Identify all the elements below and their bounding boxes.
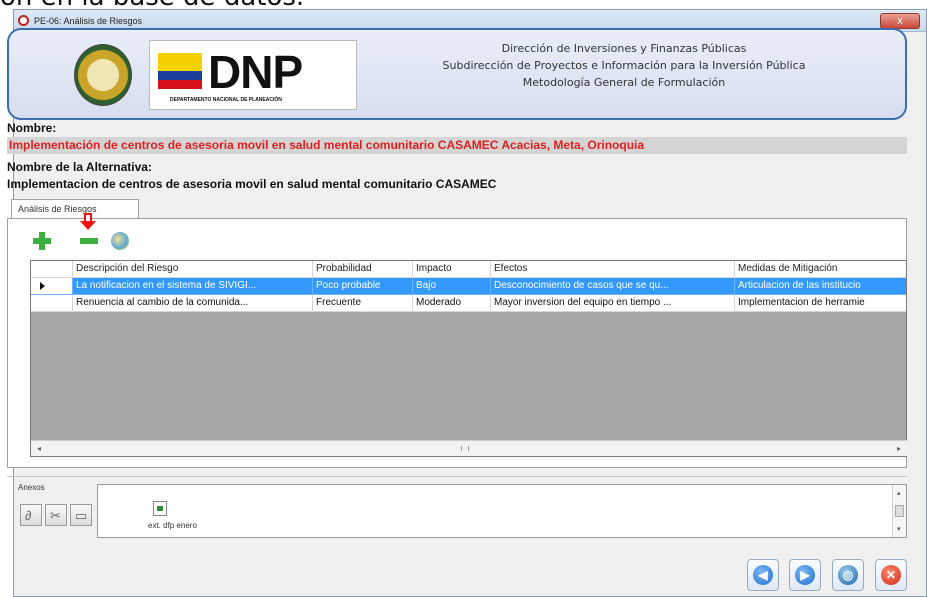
table-cell[interactable]: Desconocimiento de casos que se qu... bbox=[491, 278, 735, 295]
alternativa-label: Nombre de la Alternativa: bbox=[7, 160, 152, 174]
scanner-icon: ▭ bbox=[75, 508, 88, 523]
table-row[interactable]: Renuencia al cambio de la comunida... Fr… bbox=[31, 295, 906, 312]
attachment-file-name[interactable]: ext. dfp enero bbox=[148, 521, 197, 530]
remove-risk-button[interactable] bbox=[80, 232, 98, 250]
excel-file-icon[interactable] bbox=[153, 501, 167, 516]
scissors-icon: ✂ bbox=[50, 508, 61, 523]
exit-button[interactable]: ✕ bbox=[875, 559, 907, 591]
scroll-right-icon[interactable]: ▸ bbox=[897, 444, 901, 453]
scroll-down-icon[interactable]: ▾ bbox=[897, 525, 901, 533]
table-cell[interactable]: Mayor inversion del equipo en tiempo ... bbox=[491, 295, 735, 312]
banner-line-3: Metodología General de Formulación bbox=[522, 76, 726, 89]
attach-button[interactable]: ∂ bbox=[20, 504, 42, 526]
arrow-left-icon: ◀ bbox=[753, 565, 773, 585]
row-header-corner bbox=[31, 261, 73, 278]
app-icon bbox=[18, 15, 29, 26]
horizontal-scrollbar[interactable]: ◂ ▸ bbox=[31, 440, 907, 456]
column-header-probabilidad[interactable]: Probabilidad bbox=[313, 261, 413, 278]
scan-button[interactable]: ▭ bbox=[70, 504, 92, 526]
column-header-descripcion[interactable]: Descripción del Riesgo bbox=[73, 261, 313, 278]
table-cell[interactable]: Frecuente bbox=[313, 295, 413, 312]
table-header-row: Descripción del Riesgo Probabilidad Impa… bbox=[31, 261, 906, 278]
banner-line-1: Dirección de Inversiones y Finanzas Públ… bbox=[501, 42, 747, 55]
table-cell[interactable]: Renuencia al cambio de la comunida... bbox=[73, 295, 313, 312]
dnp-logo-subtitle: DEPARTAMENTO NACIONAL DE PLANEACIÓN bbox=[170, 97, 282, 103]
row-selector-icon[interactable] bbox=[31, 278, 73, 295]
red-arrow-icon bbox=[80, 213, 96, 231]
cut-button[interactable]: ✂ bbox=[45, 504, 67, 526]
nombre-label: Nombre: bbox=[7, 121, 57, 135]
next-button[interactable]: ▶ bbox=[789, 559, 821, 591]
anexos-label: Anexos bbox=[18, 483, 45, 492]
colombia-seal-logo bbox=[74, 44, 132, 106]
column-header-mitigacion[interactable]: Medidas de Mitigación bbox=[735, 261, 906, 278]
window-title: PE-06: Análisis de Riesgos bbox=[34, 15, 143, 26]
banner-line-2: Subdirección de Proyectos e Información … bbox=[442, 59, 806, 72]
web-button[interactable]: ◎ bbox=[832, 559, 864, 591]
column-header-impacto[interactable]: Impacto bbox=[413, 261, 491, 278]
arrow-right-icon: ▶ bbox=[795, 565, 815, 585]
table-cell[interactable]: La notificacion en el sistema de SIVIGI.… bbox=[73, 278, 313, 295]
add-risk-button[interactable] bbox=[33, 232, 51, 250]
row-selector[interactable] bbox=[31, 295, 73, 312]
dnp-logo-text: DNP bbox=[208, 46, 303, 98]
attachments-list: ext. dfp enero ▴ ▾ bbox=[97, 484, 907, 538]
scroll-up-icon[interactable]: ▴ bbox=[897, 489, 901, 497]
scroll-thumb[interactable] bbox=[461, 446, 469, 451]
colombia-flag-icon bbox=[158, 53, 202, 89]
tab-analisis-riesgos[interactable]: Análisis de Riesgos bbox=[11, 199, 139, 219]
edit-risk-button[interactable] bbox=[111, 232, 129, 250]
table-cell[interactable]: Articulacion de las institucio bbox=[735, 278, 906, 295]
paperclip-icon: ∂ bbox=[25, 508, 32, 523]
table-row[interactable]: La notificacion en el sistema de SIVIGI.… bbox=[31, 278, 906, 295]
scroll-left-icon[interactable]: ◂ bbox=[37, 444, 41, 453]
alternativa-value: Implementacion de centros de asesoria mo… bbox=[7, 177, 497, 191]
table-cell[interactable]: Bajo bbox=[413, 278, 491, 295]
window-close-button[interactable]: x bbox=[880, 12, 920, 29]
vertical-scrollbar[interactable]: ▴ ▾ bbox=[892, 485, 906, 537]
header-banner: DNP DEPARTAMENTO NACIONAL DE PLANEACIÓN … bbox=[7, 28, 907, 120]
table-cell[interactable]: Implementacion de herramie bbox=[735, 295, 906, 312]
dnp-logo: DNP DEPARTAMENTO NACIONAL DE PLANEACIÓN bbox=[149, 40, 357, 110]
banner-text: Dirección de Inversiones y Finanzas Públ… bbox=[414, 40, 834, 91]
risk-table: Descripción del Riesgo Probabilidad Impa… bbox=[30, 260, 907, 457]
globe-icon: ◎ bbox=[838, 565, 858, 585]
column-header-efectos[interactable]: Efectos bbox=[491, 261, 735, 278]
vertical-scroll-thumb[interactable] bbox=[895, 505, 904, 517]
close-icon: ✕ bbox=[881, 565, 901, 585]
previous-button[interactable]: ◀ bbox=[747, 559, 779, 591]
table-cell[interactable]: Moderado bbox=[413, 295, 491, 312]
table-cell[interactable]: Poco probable bbox=[313, 278, 413, 295]
nombre-value: Implementación de centros de asesoria mo… bbox=[7, 137, 907, 154]
